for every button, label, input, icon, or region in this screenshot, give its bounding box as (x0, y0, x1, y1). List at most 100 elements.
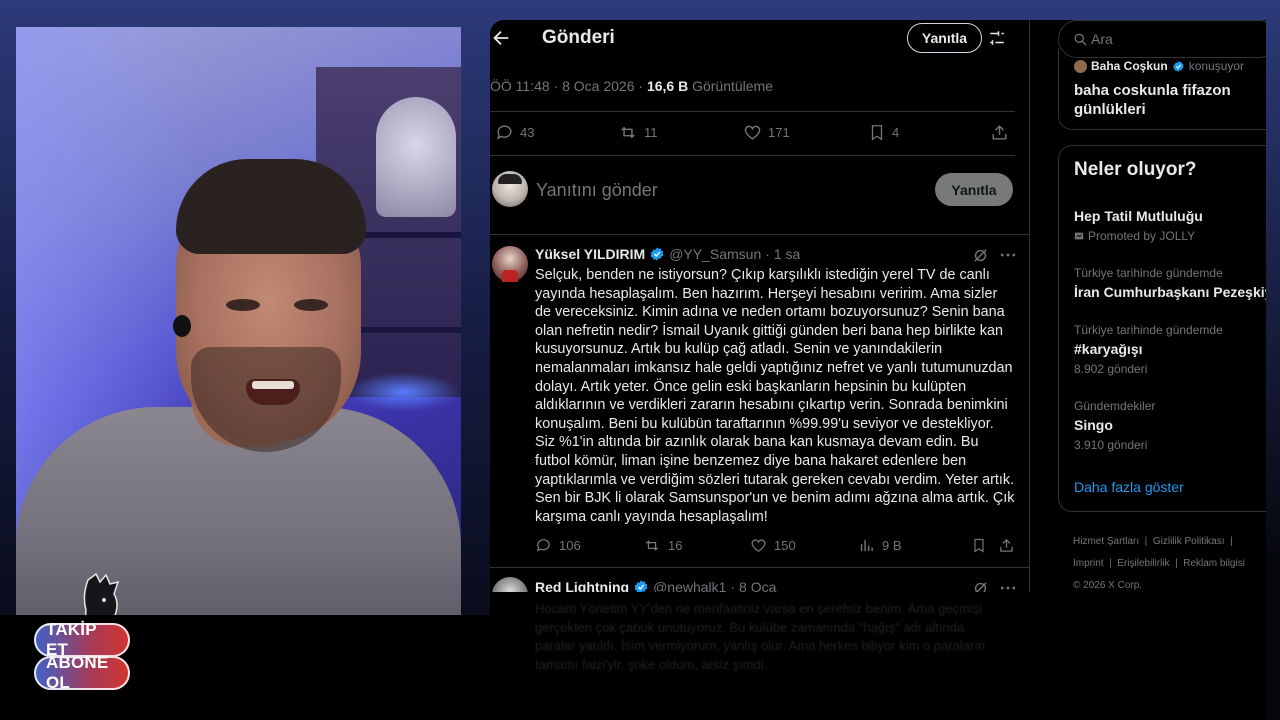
webcam-feed (16, 27, 461, 615)
trend-sub-text: Promoted by JOLLY (1088, 229, 1196, 243)
reply-count: 43 (520, 125, 535, 140)
repost-action[interactable]: 16 (643, 537, 682, 554)
trend-name: İran Cumhurbaşkanı Pezeşkiy (1074, 284, 1266, 300)
bookmark-count: 4 (892, 125, 900, 140)
repost-action[interactable]: 11 (618, 123, 658, 142)
ads-link[interactable]: Reklam bilgisi (1183, 558, 1245, 569)
share-icon (992, 125, 1007, 140)
more-options-icon[interactable] (998, 578, 1018, 592)
divider (490, 111, 1015, 112)
trend-item[interactable]: Türkiye tarihinde gündemde İran Cumhurba… (1074, 266, 1266, 300)
heart-icon (744, 125, 761, 140)
verified-badge-icon (1173, 60, 1184, 72)
search-icon (1074, 33, 1087, 46)
subscribe-badge: ABONE OL (34, 653, 130, 692)
verified-badge-icon (650, 247, 664, 261)
reply-tweet[interactable]: Yüksel YILDIRIM @YY_Samsun · 1 sa Selçuk… (490, 242, 1030, 562)
reply-input[interactable]: Yanıtını gönder (536, 180, 658, 201)
grok-icon[interactable] (972, 580, 989, 592)
bookmark-icon (871, 125, 883, 141)
tweet-header: Red Lightning @newhalk1 · 8 Oca (535, 579, 776, 592)
post-header: Gönderi Yanıtla (490, 20, 1030, 58)
sidebar-footer: Hizmet Şartları | Gizlilik Politikası | … (1073, 536, 1245, 591)
verified-badge-icon (634, 580, 648, 592)
grok-icon[interactable] (972, 247, 989, 264)
reply-composer: Yanıtını gönder Yanıtla (490, 163, 1015, 223)
share-action[interactable] (998, 537, 1015, 554)
tweet-actions: 106 16 150 9 B (535, 537, 1015, 557)
trend-category: Gündemdekiler (1074, 399, 1156, 413)
trend-name: #karyağışı (1074, 341, 1143, 357)
views-count: 16,6 B (646, 78, 689, 94)
author-handle[interactable]: @YY_Samsun (669, 246, 761, 262)
space-card[interactable]: Baha Coşkun konuşuyor baha coskunla fifa… (1058, 48, 1266, 130)
video-frame: TAKİP ET ABONE OL Gönderi Yanıtla ÖÖ 11:… (0, 0, 1280, 720)
x-screenshot: Gönderi Yanıtla ÖÖ 11:48 · 8 Oca 2026 · … (490, 20, 1266, 592)
divider (490, 155, 1015, 156)
space-status: konuşuyor (1188, 59, 1245, 73)
views-action[interactable]: 9 B (858, 537, 902, 554)
post-actions: 43 11 171 4 (490, 120, 1015, 146)
post-timestamp: ÖÖ 11:48 · 8 Oca 2026 · (490, 78, 644, 94)
tweet-time[interactable]: · 1 sa (765, 246, 800, 262)
repost-icon (621, 126, 635, 139)
trends-card: Neler oluyor? Hep Tatil Mutluluğu Promot… (1058, 145, 1266, 512)
trends-title: Neler oluyor? (1074, 159, 1197, 180)
follow-badge: TAKİP ET (34, 620, 130, 659)
frame-edge (1266, 0, 1280, 720)
page-title: Gönderi (542, 27, 615, 48)
author-name[interactable]: Red Lightning (535, 579, 629, 592)
repost-icon (645, 540, 659, 551)
heart-icon (751, 539, 766, 552)
trend-item[interactable]: Gündemdekiler Singo 3.910 gönderi (1074, 399, 1266, 452)
reply-action[interactable]: 106 (535, 537, 581, 554)
more-options-icon[interactable] (998, 245, 1018, 265)
reply-submit-button[interactable]: Yanıtla (935, 173, 1013, 206)
copyright: © 2026 X Corp. (1073, 580, 1143, 591)
space-host: Baha Coşkun (1091, 59, 1168, 73)
like-action[interactable]: 150 (750, 537, 796, 554)
bookmark-action[interactable] (971, 537, 987, 554)
like-count: 150 (774, 538, 796, 553)
bookmark-action[interactable]: 4 (868, 123, 899, 142)
author-name[interactable]: Yüksel YILDIRIM (535, 246, 645, 262)
space-host-row: Baha Coşkun konuşuyor (1074, 59, 1244, 73)
repost-count: 16 (668, 538, 683, 553)
like-action[interactable]: 171 (743, 123, 790, 142)
accessibility-link[interactable]: Erişilebilirlik (1117, 558, 1169, 569)
analytics-icon (860, 539, 873, 552)
tweet-time[interactable]: · 8 Oca (730, 579, 776, 592)
promoted-icon (1074, 232, 1084, 240)
show-more-link[interactable]: Daha fazla göster (1074, 479, 1184, 495)
channel-logo-icon (83, 572, 120, 615)
tweet-text: Selçuk, benden ne istiyorsun? Çıkıp karş… (535, 267, 1015, 525)
author-handle[interactable]: @newhalk1 (653, 579, 726, 592)
sliders-icon[interactable] (988, 29, 1006, 47)
reply-action[interactable]: 43 (495, 123, 534, 142)
reply-header-button[interactable]: Yanıtla (907, 23, 982, 53)
reply-count: 106 (559, 538, 581, 553)
divider (490, 567, 1030, 568)
imprint-link[interactable]: Imprint (1073, 558, 1104, 569)
divider (490, 234, 1030, 235)
user-avatar[interactable] (492, 171, 528, 207)
search-input[interactable] (1091, 28, 1261, 50)
trend-item[interactable]: Türkiye tarihinde gündemde #karyağışı 8.… (1074, 323, 1266, 376)
trend-post-count: 8.902 gönderi (1074, 362, 1148, 376)
right-sidebar: Baha Coşkun konuşuyor baha coskunla fifa… (1058, 20, 1266, 592)
back-arrow-icon[interactable] (490, 27, 512, 49)
terms-link[interactable]: Hizmet Şartları (1073, 536, 1139, 547)
trend-item[interactable]: Hep Tatil Mutluluğu Promoted by JOLLY (1074, 204, 1266, 243)
share-action[interactable] (990, 123, 1009, 142)
trend-name: Hep Tatil Mutluluğu (1074, 208, 1203, 224)
search-box[interactable] (1058, 20, 1266, 58)
privacy-link[interactable]: Gizlilik Politikası (1153, 536, 1225, 547)
share-icon (1000, 538, 1013, 552)
author-avatar[interactable] (492, 577, 528, 592)
post-meta: ÖÖ 11:48 · 8 Oca 2026 · 16,6 B Görüntüle… (490, 78, 773, 94)
reply-icon (536, 539, 550, 552)
author-avatar[interactable] (492, 246, 528, 282)
trend-post-count: 3.910 gönderi (1074, 438, 1148, 452)
trend-category: Türkiye tarihinde gündemde (1074, 266, 1223, 280)
post-column: Gönderi Yanıtla ÖÖ 11:48 · 8 Oca 2026 · … (490, 20, 1030, 592)
